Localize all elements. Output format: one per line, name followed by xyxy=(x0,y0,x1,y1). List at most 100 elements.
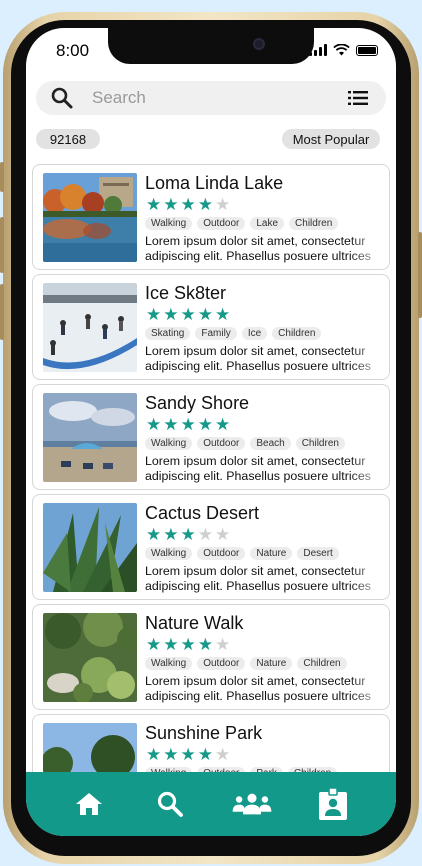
mute-switch xyxy=(0,162,4,192)
place-title[interactable]: Sunshine Park xyxy=(145,723,262,744)
bottom-nav xyxy=(26,772,396,836)
star-filled-icon: ★ xyxy=(163,195,179,214)
tag-chip: Outdoor xyxy=(197,217,246,230)
tag-chip: Children xyxy=(297,657,347,670)
star-filled-icon: ★ xyxy=(163,525,179,544)
place-thumbnail[interactable] xyxy=(43,283,137,372)
sort-chip[interactable]: Most Popular xyxy=(282,129,380,149)
star-empty-icon: ★ xyxy=(215,195,231,214)
text-fade xyxy=(349,671,389,707)
tag-chip: Walking xyxy=(145,437,193,450)
tag-chip: Family xyxy=(195,327,237,340)
place-card[interactable]: Cactus Desert ★ ★ ★ ★ ★ Walking Outdoor Nature… xyxy=(32,494,390,600)
place-card[interactable]: Loma Linda Lake ★ ★ ★ ★ ★ Walking Outdoor Lake… xyxy=(32,164,390,270)
desert-plant-photo xyxy=(43,503,137,592)
star-filled-icon: ★ xyxy=(180,525,196,544)
star-filled-icon: ★ xyxy=(180,195,196,214)
star-empty-icon: ★ xyxy=(215,525,231,544)
beach-photo xyxy=(43,393,137,482)
star-filled-icon: ★ xyxy=(146,635,162,654)
text-fade xyxy=(349,451,389,487)
rating-stars: ★ ★ ★ ★ ★ xyxy=(146,746,230,764)
text-fade xyxy=(349,231,389,267)
status-icons xyxy=(309,44,378,56)
place-title[interactable]: Cactus Desert xyxy=(145,503,259,524)
nav-home-button[interactable] xyxy=(69,784,109,824)
tag-chip: Desert xyxy=(297,547,339,560)
battery-icon xyxy=(356,45,378,56)
group-icon xyxy=(232,793,272,815)
star-empty-icon: ★ xyxy=(215,635,231,654)
lake-photo xyxy=(43,173,137,262)
star-filled-icon: ★ xyxy=(197,635,213,654)
power-button xyxy=(418,232,422,318)
search-input[interactable] xyxy=(92,88,322,108)
search-bar[interactable] xyxy=(36,81,386,115)
place-title[interactable]: Nature Walk xyxy=(145,613,243,634)
star-filled-icon: ★ xyxy=(163,305,179,324)
rating-stars: ★ ★ ★ ★ ★ xyxy=(146,196,230,214)
place-card[interactable]: Sandy Shore ★ ★ ★ ★ ★ Walking Outdoor Beach Chi… xyxy=(32,384,390,490)
star-filled-icon: ★ xyxy=(146,745,162,764)
text-fade xyxy=(349,561,389,597)
nav-search-button[interactable] xyxy=(150,784,190,824)
tag-chip: Beach xyxy=(250,437,291,450)
star-filled-icon: ★ xyxy=(180,415,196,434)
garden-photo xyxy=(43,613,137,702)
home-icon xyxy=(75,793,102,815)
place-description: Lorem ipsum dolor sit amet, consectetur … xyxy=(145,454,377,484)
star-filled-icon: ★ xyxy=(146,415,162,434)
profile-badge-icon xyxy=(319,788,348,820)
nav-groups-button[interactable] xyxy=(232,784,272,824)
star-filled-icon: ★ xyxy=(215,305,231,324)
camera xyxy=(253,38,265,50)
star-filled-icon: ★ xyxy=(197,195,213,214)
place-card[interactable]: Nature Walk ★ ★ ★ ★ ★ Walking Outdoor Nature Ch… xyxy=(32,604,390,710)
description-line: Lorem ipsum dolor sit amet, consectetur xyxy=(145,454,366,468)
search-icon xyxy=(51,87,73,109)
list-view-icon[interactable] xyxy=(348,91,368,105)
tag-chip: Walking xyxy=(145,217,193,230)
star-filled-icon: ★ xyxy=(163,415,179,434)
rating-stars: ★ ★ ★ ★ ★ xyxy=(146,526,230,544)
place-title[interactable]: Ice Sk8ter xyxy=(145,283,226,304)
rating-stars: ★ ★ ★ ★ ★ xyxy=(146,636,230,654)
description-line: Lorem ipsum dolor sit amet, consectetur xyxy=(145,674,366,688)
description-line: adipiscing elit. Phasellus posuere ultri… xyxy=(145,579,371,593)
place-title[interactable]: Loma Linda Lake xyxy=(145,173,283,194)
tag-list: Walking Outdoor Nature Children xyxy=(145,657,347,670)
tag-chip: Outdoor xyxy=(197,657,246,670)
tag-chip: Skating xyxy=(145,327,191,340)
star-empty-icon: ★ xyxy=(215,745,231,764)
tag-chip: Nature xyxy=(250,657,293,670)
star-filled-icon: ★ xyxy=(146,305,162,324)
ice-rink-photo xyxy=(43,283,137,372)
star-filled-icon: ★ xyxy=(197,305,213,324)
place-thumbnail[interactable] xyxy=(43,613,137,702)
tag-chip: Nature xyxy=(250,547,293,560)
place-card[interactable]: Ice Sk8ter ★ ★ ★ ★ ★ Skating Family Ice Childre… xyxy=(32,274,390,380)
place-thumbnail[interactable] xyxy=(43,503,137,592)
place-thumbnail[interactable] xyxy=(43,173,137,262)
zip-filter-chip[interactable]: 92168 xyxy=(36,129,100,149)
app-screen: 8:00 92168 Most Popular xyxy=(26,28,396,836)
description-line: Lorem ipsum dolor sit amet, consectetur xyxy=(145,564,366,578)
star-filled-icon: ★ xyxy=(180,635,196,654)
place-description: Lorem ipsum dolor sit amet, consectetur … xyxy=(145,564,377,594)
star-filled-icon: ★ xyxy=(163,745,179,764)
description-line: adipiscing elit. Phasellus posuere ultri… xyxy=(145,359,371,373)
nav-profile-button[interactable] xyxy=(313,784,353,824)
star-filled-icon: ★ xyxy=(180,745,196,764)
place-title[interactable]: Sandy Shore xyxy=(145,393,249,414)
tag-chip: Outdoor xyxy=(197,437,246,450)
place-description: Lorem ipsum dolor sit amet, consectetur … xyxy=(145,674,377,704)
tag-chip: Walking xyxy=(145,547,193,560)
volume-down-button xyxy=(0,284,4,340)
search-icon xyxy=(158,791,184,817)
place-description: Lorem ipsum dolor sit amet, consectetur … xyxy=(145,234,377,264)
description-line: Lorem ipsum dolor sit amet, consectetur xyxy=(145,344,366,358)
place-thumbnail[interactable] xyxy=(43,393,137,482)
tag-chip: Children xyxy=(272,327,322,340)
tag-chip: Ice xyxy=(241,327,268,340)
tag-chip: Walking xyxy=(145,657,193,670)
